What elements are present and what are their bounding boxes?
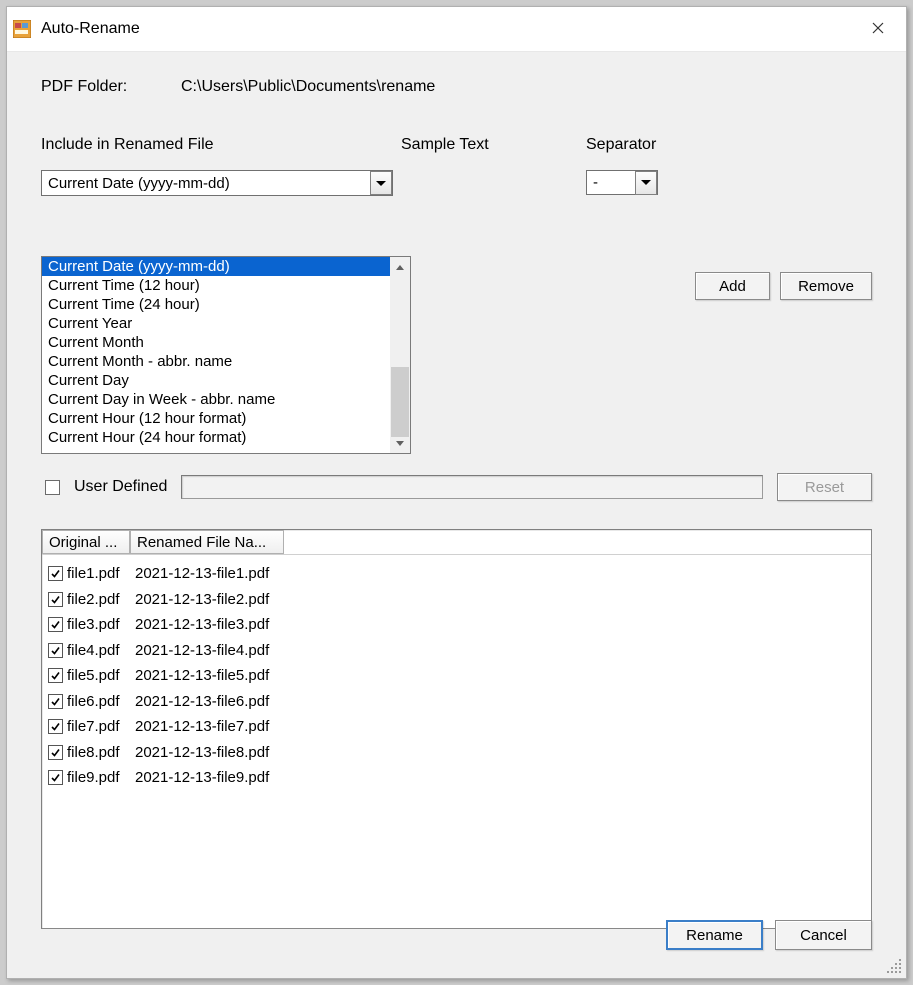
table-row[interactable]: file4.pdf2021-12-13-file4.pdf xyxy=(42,638,871,664)
scroll-up-button[interactable] xyxy=(391,257,409,277)
column-header-original[interactable]: Original ... xyxy=(42,530,130,554)
row-checkbox[interactable] xyxy=(48,566,63,581)
table-row[interactable]: file6.pdf2021-12-13-file6.pdf xyxy=(42,689,871,715)
user-defined-checkbox[interactable] xyxy=(45,480,60,495)
list-item[interactable]: Current Hour (24 hour format) xyxy=(42,428,390,447)
cell-original: file1.pdf xyxy=(67,565,135,582)
rename-button[interactable]: Rename xyxy=(666,920,763,950)
row-checkbox[interactable] xyxy=(48,745,63,760)
close-button[interactable] xyxy=(855,9,900,49)
scroll-thumb[interactable] xyxy=(391,367,409,437)
include-label: Include in Renamed File xyxy=(41,136,401,154)
cell-original: file3.pdf xyxy=(67,616,135,633)
list-item[interactable]: Current Time (24 hour) xyxy=(42,295,390,314)
auto-rename-dialog: Auto-Rename PDF Folder: C:\Users\Public\… xyxy=(6,6,907,979)
window-title: Auto-Rename xyxy=(41,20,140,38)
row-checkbox[interactable] xyxy=(48,617,63,632)
table-row[interactable]: file1.pdf2021-12-13-file1.pdf xyxy=(42,561,871,587)
cell-renamed: 2021-12-13-file6.pdf xyxy=(135,693,269,710)
table-row[interactable]: file7.pdf2021-12-13-file7.pdf xyxy=(42,714,871,740)
separator-combo-value: - xyxy=(587,174,635,191)
include-combo[interactable]: Current Date (yyyy-mm-dd) xyxy=(41,170,393,196)
cell-original: file7.pdf xyxy=(67,718,135,735)
list-item[interactable]: Current Month - abbr. name xyxy=(42,352,390,371)
close-icon xyxy=(872,19,884,39)
table-row[interactable]: file8.pdf2021-12-13-file8.pdf xyxy=(42,740,871,766)
row-checkbox[interactable] xyxy=(48,719,63,734)
scroll-down-button[interactable] xyxy=(391,433,409,453)
reset-button[interactable]: Reset xyxy=(777,473,872,501)
cell-original: file8.pdf xyxy=(67,744,135,761)
remove-button[interactable]: Remove xyxy=(780,272,872,300)
resize-grip[interactable] xyxy=(886,958,903,975)
chevron-down-icon xyxy=(396,441,404,446)
cell-original: file2.pdf xyxy=(67,591,135,608)
table-row[interactable]: file5.pdf2021-12-13-file5.pdf xyxy=(42,663,871,689)
include-combo-arrow[interactable] xyxy=(370,171,392,195)
list-item[interactable]: Current Date (yyyy-mm-dd) xyxy=(42,257,390,276)
cell-renamed: 2021-12-13-file4.pdf xyxy=(135,642,269,659)
column-header-renamed[interactable]: Renamed File Na... xyxy=(130,530,284,554)
file-table: Original ... Renamed File Na... file1.pd… xyxy=(41,529,872,929)
cell-renamed: 2021-12-13-file9.pdf xyxy=(135,769,269,786)
table-row[interactable]: file3.pdf2021-12-13-file3.pdf xyxy=(42,612,871,638)
dialog-content: PDF Folder: C:\Users\Public\Documents\re… xyxy=(7,52,906,978)
list-item[interactable]: Current Day xyxy=(42,371,390,390)
cell-renamed: 2021-12-13-file5.pdf xyxy=(135,667,269,684)
chevron-up-icon xyxy=(396,265,404,270)
pdf-folder-path: C:\Users\Public\Documents\rename xyxy=(181,78,435,96)
table-row[interactable]: file9.pdf2021-12-13-file9.pdf xyxy=(42,765,871,791)
titlebar: Auto-Rename xyxy=(7,7,906,52)
row-checkbox[interactable] xyxy=(48,694,63,709)
cell-renamed: 2021-12-13-file1.pdf xyxy=(135,565,269,582)
pdf-folder-label: PDF Folder: xyxy=(41,78,181,96)
chevron-down-icon xyxy=(641,180,651,185)
separator-label: Separator xyxy=(586,136,656,154)
cell-renamed: 2021-12-13-file7.pdf xyxy=(135,718,269,735)
cell-original: file9.pdf xyxy=(67,769,135,786)
sample-text-label: Sample Text xyxy=(401,136,586,154)
list-item[interactable]: Current Month xyxy=(42,333,390,352)
list-item[interactable]: Current Time (12 hour) xyxy=(42,276,390,295)
cancel-button[interactable]: Cancel xyxy=(775,920,872,950)
cell-renamed: 2021-12-13-file2.pdf xyxy=(135,591,269,608)
table-row[interactable]: file2.pdf2021-12-13-file2.pdf xyxy=(42,587,871,613)
cell-renamed: 2021-12-13-file8.pdf xyxy=(135,744,269,761)
listbox-scrollbar[interactable] xyxy=(390,257,410,453)
cell-original: file6.pdf xyxy=(67,693,135,710)
cell-renamed: 2021-12-13-file3.pdf xyxy=(135,616,269,633)
separator-combo[interactable]: - xyxy=(586,170,658,195)
cell-original: file5.pdf xyxy=(67,667,135,684)
list-item[interactable]: Current Hour (12 hour format) xyxy=(42,409,390,428)
cell-original: file4.pdf xyxy=(67,642,135,659)
include-dropdown-list[interactable]: Current Date (yyyy-mm-dd)Current Time (1… xyxy=(41,256,411,454)
list-item[interactable]: Current Year xyxy=(42,314,390,333)
row-checkbox[interactable] xyxy=(48,643,63,658)
add-button[interactable]: Add xyxy=(695,272,770,300)
include-combo-value: Current Date (yyyy-mm-dd) xyxy=(42,175,370,192)
row-checkbox[interactable] xyxy=(48,668,63,683)
list-item[interactable]: Current Day in Week - abbr. name xyxy=(42,390,390,409)
user-defined-label: User Defined xyxy=(74,478,167,496)
chevron-down-icon xyxy=(376,181,386,186)
separator-combo-arrow[interactable] xyxy=(635,171,657,195)
row-checkbox[interactable] xyxy=(48,592,63,607)
user-defined-input[interactable] xyxy=(181,475,763,499)
app-icon xyxy=(13,20,31,38)
row-checkbox[interactable] xyxy=(48,770,63,785)
